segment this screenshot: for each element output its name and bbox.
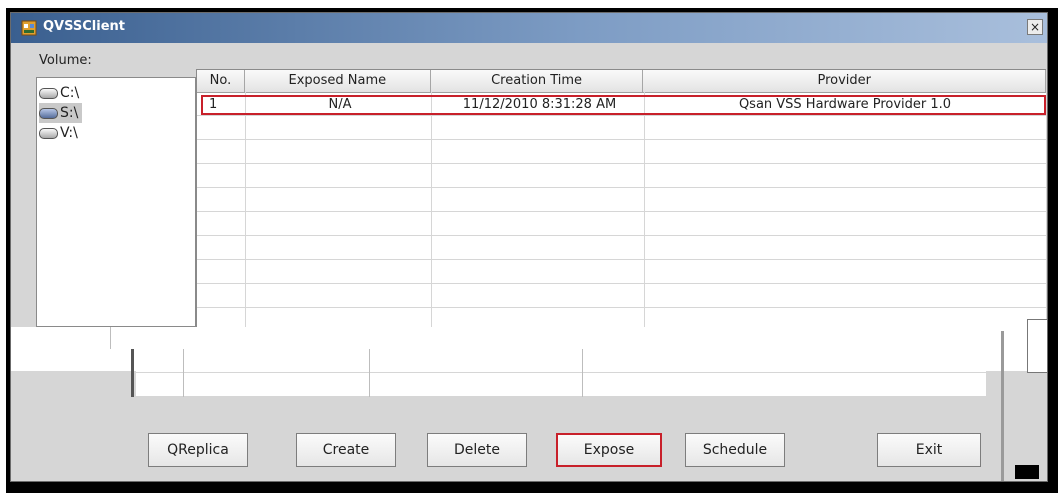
artifact-divider <box>110 327 111 349</box>
cell-creation-time: 11/12/2010 8:31:28 AM <box>462 97 617 112</box>
column-divider <box>644 92 645 328</box>
column-header-provider[interactable]: Provider <box>643 70 1046 92</box>
volume-list[interactable]: C:\ S:\ V:\ <box>36 77 196 327</box>
volume-label: Volume: <box>39 53 92 68</box>
artifact-divider <box>183 349 184 397</box>
volume-item-c[interactable]: C:\ <box>39 83 83 103</box>
drive-icon <box>39 87 58 99</box>
window-title: QVSSClient <box>43 19 125 34</box>
column-divider <box>245 92 246 328</box>
artifact-divider <box>131 349 134 397</box>
cell-provider: Qsan VSS Hardware Provider 1.0 <box>738 97 952 112</box>
column-header-creation-time[interactable]: Creation Time <box>431 70 644 92</box>
cell-exposed-name: N/A <box>328 97 352 112</box>
exit-button[interactable]: Exit <box>877 433 981 467</box>
volume-item-label: S:\ <box>60 105 79 121</box>
app-icon <box>21 20 37 36</box>
table-header: No. Exposed Name Creation Time Provider <box>197 70 1046 93</box>
qvssclient-window: QVSSClient × Volume: C:\ S:\ V:\ No. Exp… <box>10 12 1048 482</box>
expose-button[interactable]: Expose <box>556 433 662 467</box>
create-button[interactable]: Create <box>296 433 396 467</box>
column-header-no[interactable]: No. <box>197 70 245 92</box>
volume-item-s[interactable]: S:\ <box>39 103 83 123</box>
artifact-divider <box>582 349 583 397</box>
table-grid <box>197 92 1046 328</box>
render-artifact-grid <box>136 349 986 397</box>
close-button[interactable]: × <box>1027 19 1043 35</box>
title-bar: QVSSClient × <box>11 13 1047 43</box>
artifact-divider <box>1001 331 1004 481</box>
drive-icon <box>39 107 58 119</box>
table-row[interactable]: 1 N/A 11/12/2010 8:31:28 AM Qsan VSS Har… <box>201 95 1046 115</box>
render-artifact-box <box>1027 319 1047 373</box>
drive-icon <box>39 127 58 139</box>
schedule-button[interactable]: Schedule <box>685 433 785 467</box>
volume-item-label: C:\ <box>60 85 80 101</box>
cell-no: 1 <box>209 97 218 112</box>
snapshot-table: No. Exposed Name Creation Time Provider … <box>196 69 1046 328</box>
column-divider <box>431 92 432 328</box>
qreplica-button[interactable]: QReplica <box>148 433 248 467</box>
delete-button[interactable]: Delete <box>427 433 527 467</box>
render-artifact-block <box>1015 465 1039 479</box>
volume-item-v[interactable]: V:\ <box>39 123 82 143</box>
volume-item-label: V:\ <box>60 125 78 141</box>
column-header-exposed-name[interactable]: Exposed Name <box>245 70 431 92</box>
artifact-divider <box>369 349 370 397</box>
